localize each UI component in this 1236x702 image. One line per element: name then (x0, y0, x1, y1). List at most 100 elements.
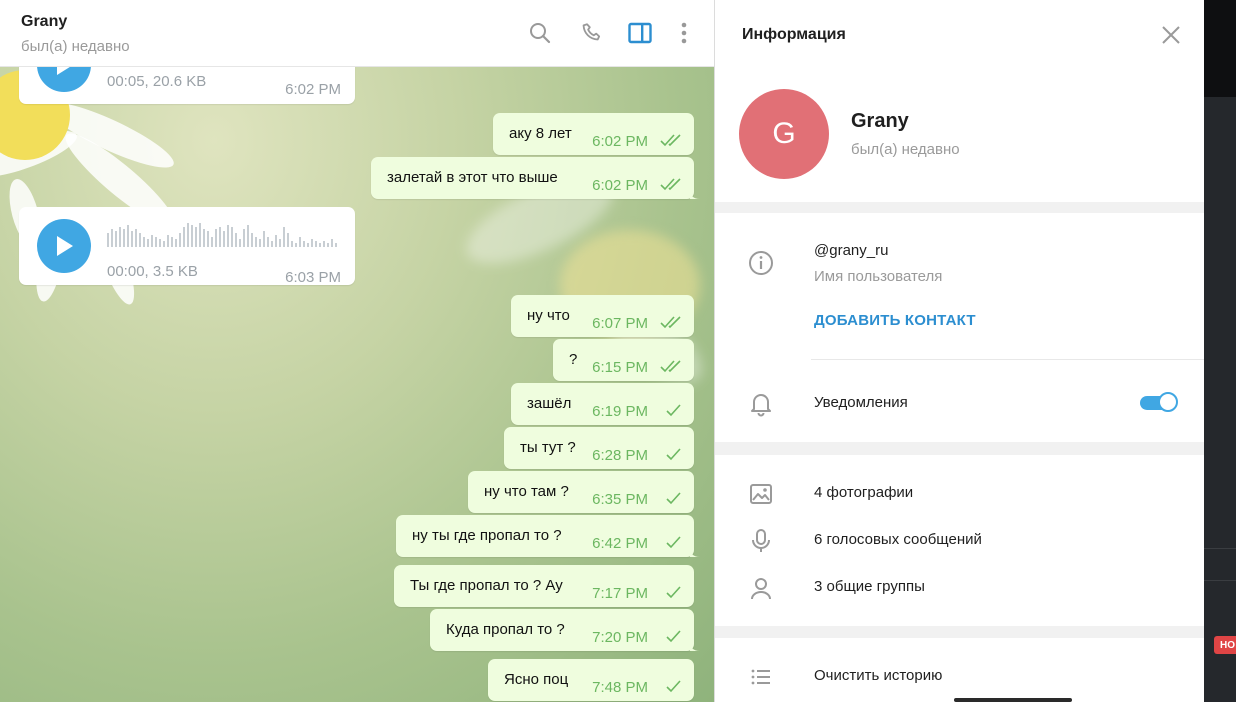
waveform-bar (179, 233, 181, 247)
shared-voice-link[interactable]: 6 голосовых сообщений (814, 531, 982, 548)
message-time: 6:42 PM (592, 535, 648, 552)
chat-title[interactable]: Grany (21, 13, 67, 31)
check-icon (666, 492, 681, 505)
background-window: НО (1204, 0, 1236, 702)
message-time: 6:15 PM (592, 359, 648, 376)
waveform-bar (199, 223, 201, 247)
waveform-bar (307, 243, 309, 247)
call-button[interactable] (579, 20, 605, 46)
message-text: Куда пропал то ? (446, 621, 565, 638)
waveform-bar (155, 237, 157, 247)
microphone-icon (752, 529, 770, 552)
message-text: ты тут ? (520, 439, 576, 456)
more-vertical-icon (681, 22, 687, 44)
waveform-bar (215, 229, 217, 247)
waveform-bar (151, 235, 153, 247)
waveform-bar (207, 231, 209, 247)
scroll-indicator[interactable] (954, 698, 1072, 702)
waveform-bar (131, 231, 133, 247)
waveform-bar (195, 227, 197, 247)
message-time: 7:17 PM (592, 585, 648, 602)
bubble-tail (690, 189, 700, 199)
waveform-bar (111, 229, 113, 247)
common-groups-link[interactable]: 3 общие группы (814, 578, 925, 595)
username[interactable]: @grany_ru (814, 242, 888, 259)
voice-waveform[interactable] (107, 221, 339, 247)
notification-badge: НО (1214, 636, 1236, 654)
waveform-bar (267, 237, 269, 247)
waveform-bar (299, 237, 301, 247)
close-icon[interactable] (1158, 22, 1184, 48)
notifications-toggle[interactable] (1140, 391, 1178, 413)
message-time: 6:35 PM (592, 491, 648, 508)
bubble-tail (690, 641, 700, 651)
divider (1204, 580, 1236, 581)
bell-icon (751, 394, 771, 417)
double-check-icon (660, 178, 681, 191)
bubble-tail (690, 547, 700, 557)
message-text: залетай в этот что выше (387, 169, 558, 186)
background-window-header (1204, 0, 1236, 97)
waveform-bar (115, 231, 117, 247)
info-panel: Информация G Grany был(а) недавно @grany… (714, 0, 1205, 702)
message-time: 6:02 PM (592, 177, 648, 194)
avatar[interactable]: G (739, 89, 829, 179)
message-text: ? (569, 351, 578, 368)
toggle-knob (1158, 392, 1178, 412)
waveform-bar (271, 241, 273, 247)
sidebar-toggle-button[interactable] (627, 20, 653, 46)
more-button[interactable] (671, 20, 697, 46)
voice-meta: 00:00, 3.5 KB (107, 263, 198, 280)
message-time: 6:03 PM (285, 269, 341, 286)
waveform-bar (211, 237, 213, 247)
waveform-bar (311, 239, 313, 247)
waveform-bar (127, 225, 129, 247)
add-contact-button[interactable]: ДОБАВИТЬ КОНТАКТ (814, 312, 976, 329)
waveform-bar (243, 229, 245, 247)
double-check-icon (660, 316, 681, 329)
message-time: 6:02 PM (285, 81, 341, 98)
waveform-bar (247, 225, 249, 247)
outgoing-message: Куда пропал то ? 7:20 PM (430, 609, 700, 651)
waveform-bar (335, 243, 337, 247)
waveform-bar (279, 239, 281, 247)
shared-photos-link[interactable]: 4 фотографии (814, 484, 913, 501)
search-icon (530, 23, 551, 44)
waveform-bar (175, 239, 177, 247)
waveform-bar (303, 241, 305, 247)
waveform-bar (295, 243, 297, 247)
waveform-bar (275, 235, 277, 247)
clear-history-button[interactable]: Очистить историю (814, 667, 942, 684)
message-text: ну что (527, 307, 570, 324)
username-label: Имя пользователя (814, 268, 943, 285)
double-check-icon (660, 360, 681, 373)
info-icon (749, 251, 773, 275)
search-button[interactable] (527, 20, 553, 46)
waveform-bar (255, 237, 257, 247)
waveform-bar (143, 237, 145, 247)
waveform-bar (159, 239, 161, 247)
waveform-bar (287, 233, 289, 247)
outgoing-message: Ты где пропал то ? Ау 7:17 PM (394, 565, 694, 607)
message-time: 6:19 PM (592, 403, 648, 420)
message-time: 7:48 PM (592, 679, 648, 696)
message-text: зашёл (527, 395, 572, 412)
waveform-bar (163, 241, 165, 247)
outgoing-message: зашёл 6:19 PM (511, 383, 694, 425)
panel-title: Информация (742, 26, 846, 43)
waveform-bar (187, 223, 189, 247)
profile-status: был(а) недавно (851, 141, 960, 158)
waveform-bar (235, 233, 237, 247)
profile-name: Grany (851, 110, 909, 132)
message-text: Ты где пропал то ? Ау (410, 577, 563, 594)
waveform-bar (135, 229, 137, 247)
profile-section: Информация G Grany был(а) недавно (715, 0, 1205, 202)
chat-header: Grany был(а) недавно (0, 0, 714, 67)
check-icon (666, 680, 681, 693)
waveform-bar (167, 235, 169, 247)
message-time: 6:02 PM (592, 133, 648, 150)
play-button[interactable] (37, 219, 91, 273)
outgoing-message: ну ты где пропал то ? 6:42 PM (396, 515, 700, 557)
check-icon (666, 586, 681, 599)
message-text: ну ты где пропал то ? (412, 527, 562, 544)
